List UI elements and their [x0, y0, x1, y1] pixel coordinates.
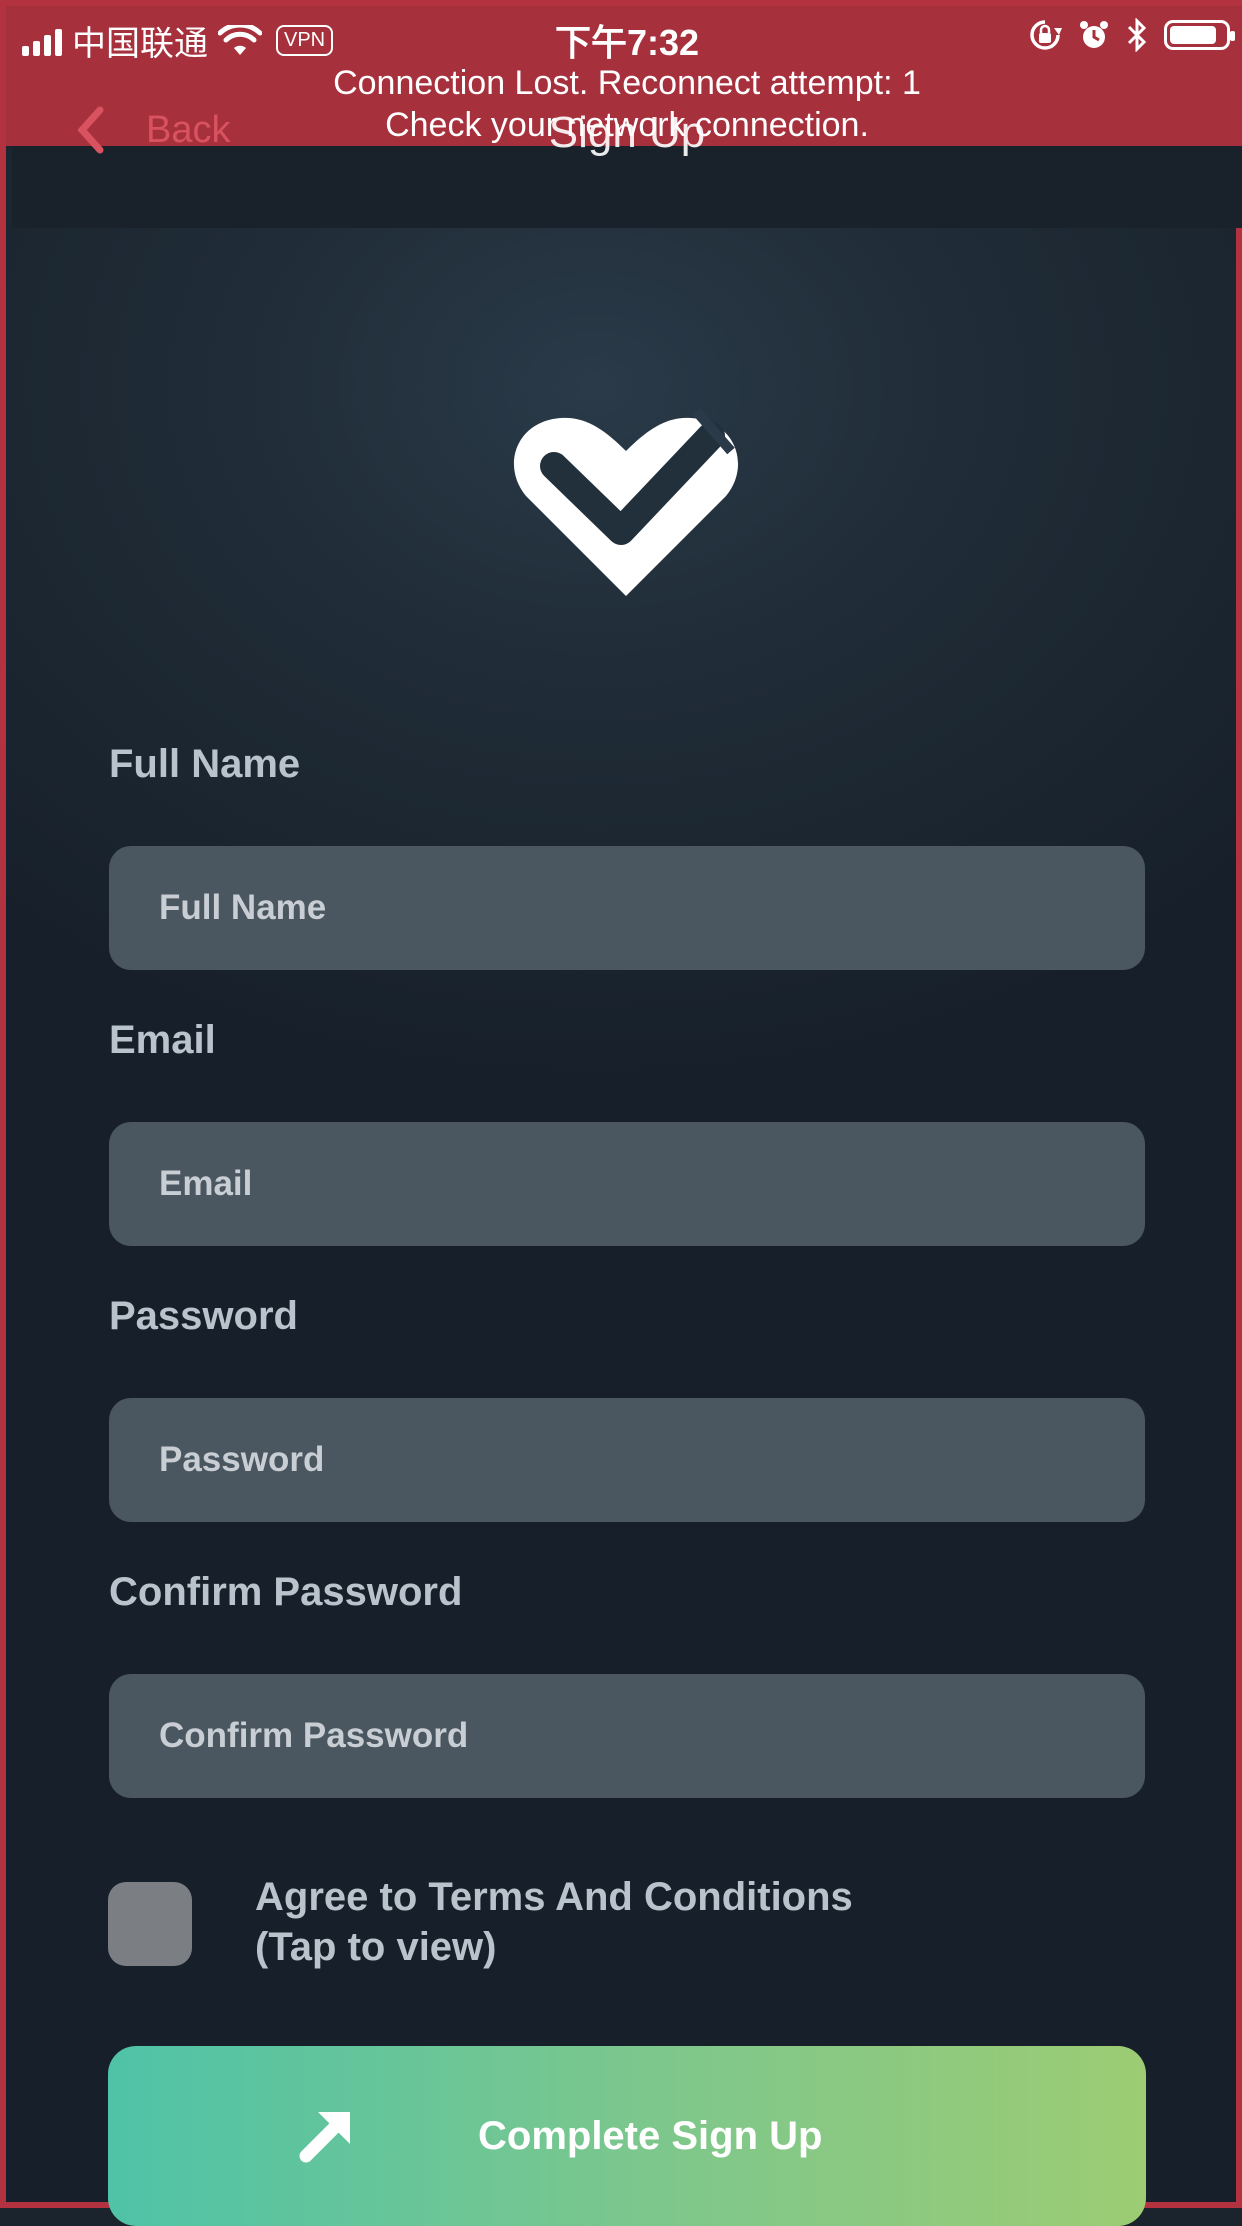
back-label: Back: [146, 108, 231, 151]
status-bar: 中国联通 VPN 下午7:32: [6, 6, 1242, 66]
email-input[interactable]: [157, 1121, 1145, 1247]
email-field[interactable]: [109, 1121, 1145, 1247]
nav-bar: [12, 146, 1242, 228]
password-label: Password: [109, 1294, 298, 1338]
full-name-label: Full Name: [109, 742, 301, 786]
bluetooth-icon: [1127, 18, 1147, 52]
back-button[interactable]: Back: [76, 106, 230, 154]
confirm-password-field[interactable]: [109, 1673, 1145, 1799]
confirm-password-input[interactable]: [157, 1673, 1145, 1799]
terms-text: Agree to Terms And Conditions: [255, 1875, 853, 1919]
orientation-lock-icon: [1030, 20, 1062, 50]
complete-sign-up-label: Complete Sign Up: [478, 2114, 823, 2158]
connection-lost-text: Connection Lost. Reconnect attempt: 1: [333, 64, 921, 102]
arrow-up-right-icon: [299, 2112, 350, 2163]
full-name-input[interactable]: [157, 845, 1145, 971]
terms-hint: (Tap to view): [255, 1925, 497, 1969]
email-label: Email: [109, 1018, 216, 1062]
alarm-icon: [1080, 21, 1108, 48]
confirm-password-label: Confirm Password: [109, 1570, 463, 1614]
password-input[interactable]: [157, 1397, 1145, 1523]
terms-checkbox[interactable]: [108, 1882, 192, 1966]
terms-link[interactable]: Agree to Terms And Conditions (Tap to vi…: [255, 1872, 853, 1972]
app-screen: 中国联通 VPN 下午7:32 Connection Lost. Reconne…: [0, 0, 1242, 2226]
password-field[interactable]: [109, 1397, 1145, 1523]
chevron-left-icon: [77, 106, 104, 154]
full-name-field[interactable]: [109, 845, 1145, 971]
complete-sign-up-button[interactable]: Complete Sign Up: [108, 2046, 1146, 2226]
battery-icon: [1164, 20, 1235, 50]
heart-check-logo: [513, 407, 739, 596]
